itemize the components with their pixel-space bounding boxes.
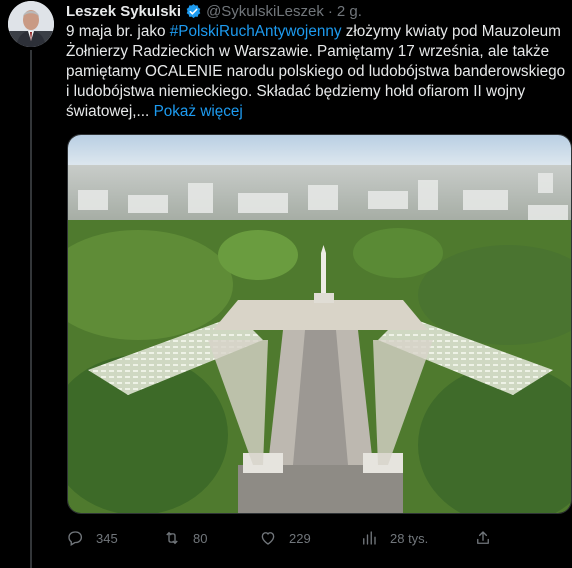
author-handle[interactable]: @SykulskiLeszek: [206, 3, 324, 20]
verified-badge-icon: [186, 3, 201, 18]
retweet-button[interactable]: 80: [163, 527, 207, 549]
thread-line: [30, 50, 32, 568]
like-button[interactable]: 229: [259, 527, 311, 549]
reply-count: 345: [96, 530, 118, 546]
reply-button[interactable]: 345: [66, 527, 118, 549]
tweet-actions: 345 80 229 28 tys.: [66, 527, 566, 549]
tweet-time[interactable]: 2 g.: [337, 3, 362, 20]
separator-dot: ·: [327, 2, 333, 20]
reply-icon: [68, 531, 83, 546]
tweet[interactable]: Leszek Sykulski @SykulskiLeszek · 2 g. 9…: [0, 0, 572, 568]
tweet-header: Leszek Sykulski @SykulskiLeszek · 2 g.: [66, 1, 362, 21]
views-button[interactable]: 28 tys.: [360, 527, 428, 549]
hashtag-link[interactable]: #PolskiRuchAntywojenny: [170, 23, 342, 40]
retweet-count: 80: [193, 530, 208, 546]
heart-icon: [261, 532, 275, 545]
tweet-text-start: 9 maja br. jako: [66, 23, 170, 40]
like-count: 229: [289, 530, 311, 546]
share-button[interactable]: [474, 527, 492, 549]
tweet-text: 9 maja br. jako #PolskiRuchAntywojenny z…: [66, 22, 566, 122]
mausoleum-aerial-photo: [68, 135, 571, 513]
show-more-link[interactable]: Pokaż więcej: [154, 103, 243, 120]
avatar-photo: [8, 1, 54, 47]
retweet-icon: [166, 531, 178, 545]
share-icon: [477, 531, 489, 544]
views-icon: [363, 531, 376, 545]
author-name[interactable]: Leszek Sykulski: [66, 3, 181, 20]
avatar[interactable]: [8, 1, 54, 47]
tweet-photo[interactable]: [67, 134, 572, 514]
views-count: 28 tys.: [390, 530, 429, 546]
